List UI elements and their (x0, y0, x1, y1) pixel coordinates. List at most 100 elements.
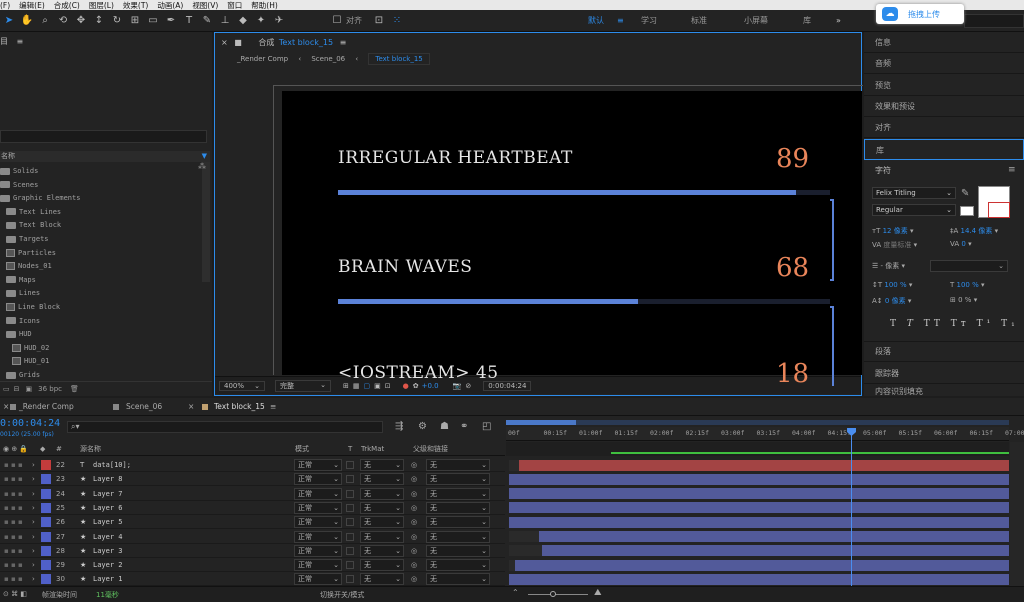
motion-blur-icon[interactable]: ⚭ (460, 421, 468, 432)
close-tab-icon[interactable]: × (188, 402, 194, 411)
blend-mode-select[interactable]: 正常 ⌄ (294, 530, 342, 543)
parent-select[interactable]: 无 ⌄ (426, 473, 490, 486)
workspace-standard[interactable]: 标准 (691, 10, 707, 32)
snap-grid-icon[interactable]: ⁙ (390, 14, 404, 28)
breadcrumb-item[interactable]: _Render Comp (237, 55, 288, 63)
footer-toggle-icons[interactable]: ⊙ ⌘ ◧ (3, 590, 27, 598)
content-aware-fill-panel[interactable]: 内容识别填充 (875, 386, 923, 396)
pan-tool-icon[interactable]: ✥ (74, 14, 88, 28)
layer-duration-bar[interactable] (509, 488, 1009, 500)
preserve-transparency-checkbox[interactable] (346, 461, 354, 469)
quality-select[interactable]: 完整 ⌄ (275, 379, 331, 392)
layer-duration-bar[interactable] (541, 545, 1009, 557)
expand-chevron-icon[interactable]: › (32, 558, 35, 572)
parent-select[interactable]: 无 ⌄ (426, 516, 490, 529)
trkmat-select[interactable]: 无 ⌄ (360, 501, 404, 514)
orbit-tool-icon[interactable]: ⟲ (56, 14, 70, 28)
layer-duration-bar[interactable] (519, 459, 1009, 471)
layer-name[interactable]: Layer 2 (93, 558, 123, 572)
leading-field[interactable]: ‡A 14.4 像素 ▾ (950, 226, 998, 236)
project-item[interactable]: Text Block (0, 219, 61, 232)
zoom-out-icon[interactable]: ⌃ (512, 588, 519, 597)
preserve-transparency-checkbox[interactable] (346, 489, 354, 498)
blend-mode-select[interactable]: 正常 ⌄ (294, 501, 342, 514)
parent-pickwhip-icon[interactable]: ◎ (411, 472, 417, 486)
font-style-select[interactable]: Regular ⌄ (872, 204, 956, 216)
kerning-field[interactable]: VA 度量标准 ▾ (872, 240, 917, 250)
zoom-select[interactable]: 400% ⌄ (219, 380, 265, 391)
bpc-label[interactable]: 36 bpc (38, 385, 62, 393)
graph-editor-icon[interactable]: ◰ (482, 421, 491, 432)
workspace-small-screen[interactable]: 小屏幕 (744, 10, 768, 32)
fill-swatch-small[interactable] (960, 206, 974, 216)
trkmat-select[interactable]: 无 ⌄ (360, 516, 404, 529)
trkmat-select[interactable]: 无 ⌄ (360, 473, 404, 486)
layer-name[interactable]: Layer 5 (93, 515, 123, 529)
parent-select[interactable]: 无 ⌄ (426, 530, 490, 543)
layer-switches-icon[interactable]: ▪ ▪ ▪ (4, 572, 23, 586)
workspace-overflow-icon[interactable]: » (836, 10, 841, 32)
zoom-tool-icon[interactable]: ⌕ (38, 14, 52, 28)
work-area-bar[interactable] (506, 420, 1009, 425)
layer-switches-icon[interactable]: ▪ ▪ ▪ (4, 458, 23, 472)
character-menu-icon[interactable]: ≡ (1008, 165, 1016, 175)
expand-chevron-icon[interactable]: › (32, 530, 35, 544)
layer-row[interactable]: ▪ ▪ ▪ › 22 Tdata[10]; 正常 ⌄ 无 ⌄ ◎ 无 ⌄ (0, 458, 505, 472)
label-color-swatch[interactable] (41, 545, 51, 556)
playhead[interactable] (851, 428, 853, 586)
layer-switches-icon[interactable]: ▪ ▪ ▪ (4, 530, 23, 544)
workspace-library[interactable]: 库 (803, 10, 811, 32)
trkmat-select[interactable]: 无 ⌄ (360, 544, 404, 557)
draft-3d-icon[interactable]: ⚙ (418, 421, 427, 432)
project-item[interactable]: Targets (0, 233, 49, 246)
timeline-tab-active[interactable]: Text block_15 (214, 402, 265, 411)
tsume-field[interactable]: ⊞ 0 % ▾ (950, 296, 977, 304)
layer-duration-bar[interactable] (515, 559, 1009, 571)
label-color-swatch[interactable] (41, 531, 51, 542)
parent-pickwhip-icon[interactable]: ◎ (411, 487, 417, 501)
lock-icon[interactable]: ■ (234, 38, 242, 47)
label-color-swatch[interactable] (41, 488, 51, 499)
upload-widget[interactable]: ☁ 拖拽上传 (876, 4, 964, 24)
preserve-transparency-checkbox[interactable] (346, 503, 354, 512)
flowchart-icon[interactable]: ⁂ (198, 162, 206, 171)
layer-row[interactable]: ▪ ▪ ▪ › 30 ★ Layer 1 正常 ⌄ 无 ⌄ ◎ 无 ⌄ (0, 572, 505, 587)
brush-tool-icon[interactable]: ✎ (200, 14, 214, 28)
breadcrumb-item-active[interactable]: Text block_15 (368, 53, 430, 65)
timeline-timecode[interactable]: 0:00:04:24 (0, 418, 60, 429)
workspace-default[interactable]: 默认 (588, 10, 604, 32)
layer-row[interactable]: ▪ ▪ ▪ › 27 ★ Layer 4 正常 ⌄ 无 ⌄ ◎ 无 ⌄ (0, 530, 505, 544)
search-help-input[interactable] (964, 14, 1024, 28)
tracking-field[interactable]: VA 0 ▾ (950, 240, 972, 248)
dolly-tool-icon[interactable]: ↕ (92, 14, 106, 28)
expand-chevron-icon[interactable]: › (32, 487, 35, 501)
trkmat-select[interactable]: 无 ⌄ (360, 530, 404, 543)
blend-mode-select[interactable]: 正常 ⌄ (294, 573, 342, 586)
roto-brush-tool-icon[interactable]: ✦ (254, 14, 268, 28)
blend-mode-select[interactable]: 正常 ⌄ (294, 487, 342, 500)
breadcrumb-item[interactable]: Scene_06 (311, 55, 345, 63)
layer-duration-bar[interactable] (509, 502, 1009, 514)
blend-mode-select[interactable]: 正常 ⌄ (294, 473, 342, 486)
trash-icon[interactable]: 🗑 (70, 385, 79, 393)
project-item[interactable]: Icons (0, 315, 40, 328)
parent-pickwhip-icon[interactable]: ◎ (411, 501, 417, 515)
new-folder-icon[interactable]: ▭ (3, 385, 10, 393)
layer-duration-bar[interactable] (509, 516, 1009, 528)
toggle-switches-modes[interactable]: 切换开关/模式 (320, 590, 364, 600)
new-comp-icon[interactable]: ⊟ (14, 385, 20, 393)
menu-item[interactable]: 编辑(E) (19, 0, 45, 11)
label-color-swatch[interactable] (41, 460, 51, 470)
layer-switches-icon[interactable]: ▪ ▪ ▪ (4, 544, 23, 558)
panel-menu-icon[interactable]: ≡ (17, 37, 24, 46)
baseline-shift-field[interactable]: A↕ 0 像素 ▾ (872, 296, 911, 306)
clone-stamp-tool-icon[interactable]: ⊥ (218, 14, 232, 28)
pen-tool-icon[interactable]: ✒ (164, 14, 178, 28)
layer-row[interactable]: ▪ ▪ ▪ › 26 ★ Layer 5 正常 ⌄ 无 ⌄ ◎ 无 ⌄ (0, 515, 505, 530)
layer-row[interactable]: ▪ ▪ ▪ › 28 ★ Layer 3 正常 ⌄ 无 ⌄ ◎ 无 ⌄ (0, 544, 505, 558)
preserve-transparency-checkbox[interactable] (346, 475, 354, 484)
close-tab-icon[interactable]: × (221, 38, 228, 47)
trkmat-select[interactable]: 无 ⌄ (360, 487, 404, 500)
menu-item[interactable]: 动画(A) (157, 0, 183, 11)
panel-item[interactable]: 预览 (864, 75, 1024, 96)
